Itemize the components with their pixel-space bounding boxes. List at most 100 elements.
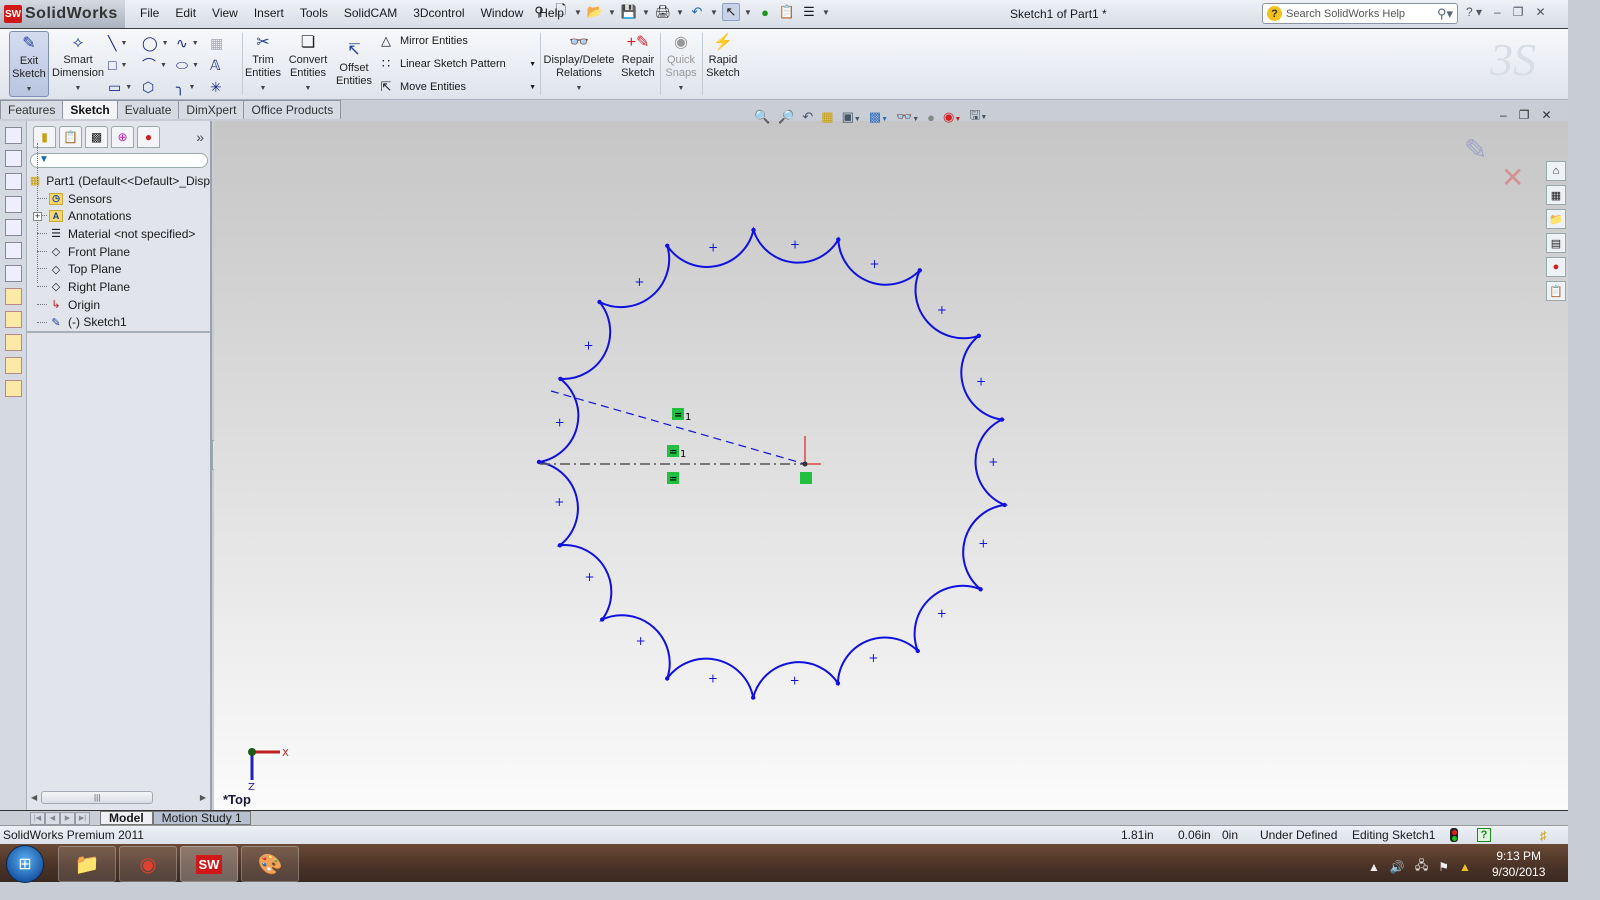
sketch-vertex[interactable] [558,376,563,382]
tree-root-part[interactable]: ▦ Part1 (Default<<Default>_Disp [28,172,210,190]
appearances-icon[interactable]: ● [1546,257,1566,277]
linear-sketch-pattern-button[interactable]: ∷ Linear Sketch Pattern ▼ [378,55,536,73]
start-button[interactable]: ⊞ [6,845,44,883]
tree-item-front-plane[interactable]: ◇ Front Plane [28,243,210,261]
previous-view-icon[interactable]: ↶ [802,109,813,125]
quick-tips-help-icon[interactable]: ? [1477,828,1491,842]
undo-icon[interactable]: ↶ [688,3,706,21]
first-tab-icon[interactable]: |◀ [30,811,45,825]
menu-view[interactable]: View [204,6,246,20]
options-icon[interactable]: ☰ [800,3,818,21]
tab-sketch[interactable]: Sketch [62,100,118,119]
point-icon[interactable]: ✳ [210,76,244,98]
plane-grid-icon[interactable]: ▦ [210,32,244,54]
dimxpert-manager-tab-icon[interactable]: ⊕ [111,126,134,148]
sketch-vertex[interactable] [751,227,756,233]
sketch-canvas[interactable]: ++++ +++++++++++++= 1= 1=XZ [214,121,1568,810]
relation-count[interactable]: 1 [680,449,686,460]
ellipse-icon[interactable]: ⬭ ▼ [176,54,210,76]
chevron-down-icon[interactable]: ▼ [260,82,267,95]
view-front-icon[interactable] [5,150,22,167]
more-tabs-icon[interactable]: » [196,129,204,145]
layer-icon[interactable] [5,357,22,374]
confirmation-corner-exit-sketch-icon[interactable]: ✎ [1464,133,1487,166]
tab-evaluate[interactable]: Evaluate [116,100,180,119]
menu-tools[interactable]: Tools [292,6,336,20]
polygon-icon[interactable]: ⬡ [142,76,176,98]
arc-center-point[interactable]: + [976,374,986,388]
tab-features[interactable]: Features [0,100,64,119]
menu-solidcam[interactable]: SolidCAM [336,6,405,20]
sketch-vertex[interactable] [836,237,841,242]
file-properties-icon[interactable]: 📋 [778,3,796,21]
scrollbar-thumb[interactable]: ||| [41,791,154,804]
view-settings-icon[interactable]: 🖫▼ [969,106,987,128]
sketch-vertex[interactable] [600,617,605,622]
system-clock[interactable]: 9:13 PM 9/30/2013 [1492,848,1545,880]
tree-filter-input[interactable]: ▼ [30,153,208,168]
section-view-icon[interactable]: ▦ [821,109,833,125]
sketch-vertex[interactable] [665,676,670,681]
prev-tab-icon[interactable]: ◀ [45,811,60,825]
hide-show-items-icon[interactable]: 👓▼ [896,109,919,125]
repair-sketch-button[interactable]: +✎ Repair Sketch [619,31,657,97]
triad-x-label[interactable]: X [282,748,289,759]
arc-center-point[interactable]: + [636,634,646,648]
tree-item-origin[interactable]: ↳ Origin [28,296,210,314]
menu-edit[interactable]: Edit [167,6,204,20]
tree-item-sketch1[interactable]: ✎ (-) Sketch1 [28,314,210,332]
circle-icon[interactable]: ◯ ▼ [142,32,176,54]
layer-2-icon[interactable] [5,380,22,397]
arc-center-point[interactable]: + [988,455,998,469]
arc-center-point[interactable]: + [978,537,988,551]
taskbar-file-explorer[interactable]: 📁 [58,846,116,882]
scroll-right-icon[interactable]: ▶ [200,793,206,802]
open-folder-icon[interactable]: 📂 [586,3,604,21]
fillet-icon[interactable]: ╮ ▼ [176,76,210,98]
new-document-icon[interactable]: 🗋 [552,2,570,21]
help-search[interactable]: ? Search SolidWorks Help ⚲▾ [1262,3,1458,24]
rebuild-status-icon[interactable] [1450,828,1458,842]
action-center-flag-icon[interactable]: ⚑ [1438,860,1449,874]
tree-item-material[interactable]: ☰ Material <not specified> [28,225,210,243]
zoom-to-area-icon[interactable]: 🔎 [778,109,794,125]
view-cube-icon[interactable] [5,127,22,144]
save-dropdown[interactable]: ▼ [642,8,650,17]
tag-icon[interactable]: ♯ [1540,828,1547,843]
arc-center-point[interactable]: + [868,651,878,665]
sketch-vertex[interactable] [999,417,1005,422]
show-hidden-icons[interactable]: ▲ [1368,860,1380,874]
pin-menu-icon[interactable]: ⚲ [530,3,548,21]
zoom-to-fit-icon[interactable]: 🔍 [754,109,770,125]
close-button[interactable]: ✕ [1535,5,1545,19]
expand-icon[interactable]: + [33,211,42,221]
arc-center-point[interactable]: + [634,275,644,289]
taskbar-solidworks[interactable]: SW [180,846,238,882]
display-style-icon[interactable]: ▩▼ [869,109,888,125]
confirmation-corner-cancel-icon[interactable]: ✕ [1501,161,1524,194]
undo-dropdown[interactable]: ▼ [710,8,718,17]
volume-icon[interactable]: 🔊 [1390,860,1405,874]
view-orientation-icon[interactable]: ▣▼ [842,109,861,125]
select-cursor-icon[interactable]: ↖ [722,3,740,21]
equal-relation-glyph[interactable]: = [674,410,682,421]
network-icon[interactable]: 🖧 [1415,856,1428,877]
coincident-relation-badge[interactable] [800,472,812,484]
add-relation-icon[interactable] [5,334,22,351]
tree-item-sensors[interactable]: ◷ Sensors [28,190,210,208]
rebuild-traffic-light-icon[interactable]: ● [756,3,774,21]
graphics-area[interactable]: + + + + + + + + + + + + + + + + + = 1 = 1 = X Z ✎ ✕ ⌂ ▦ 📁 ▤ ● 📋… [214,121,1568,810]
sketch-vertex[interactable] [665,243,670,248]
design-library-icon[interactable]: ▦ [1546,185,1566,205]
edit-appearance-icon[interactable]: ● [927,110,935,125]
move-entities-button[interactable]: ⇱ Move Entities ▼ [378,78,536,96]
equal-relation-glyph[interactable]: = [669,447,677,458]
quick-snaps-button[interactable]: ◉ Quick Snaps ▼ [663,31,699,97]
sketch-vertex[interactable] [976,333,981,338]
arc-center-point[interactable]: + [937,303,947,317]
arc-center-point[interactable]: + [869,257,879,271]
menu-insert[interactable]: Insert [246,6,292,20]
menu-window[interactable]: Window [473,6,532,20]
chevron-down-icon[interactable]: ▼ [26,83,33,96]
tree-item-top-plane[interactable]: ◇ Top Plane [28,260,210,278]
